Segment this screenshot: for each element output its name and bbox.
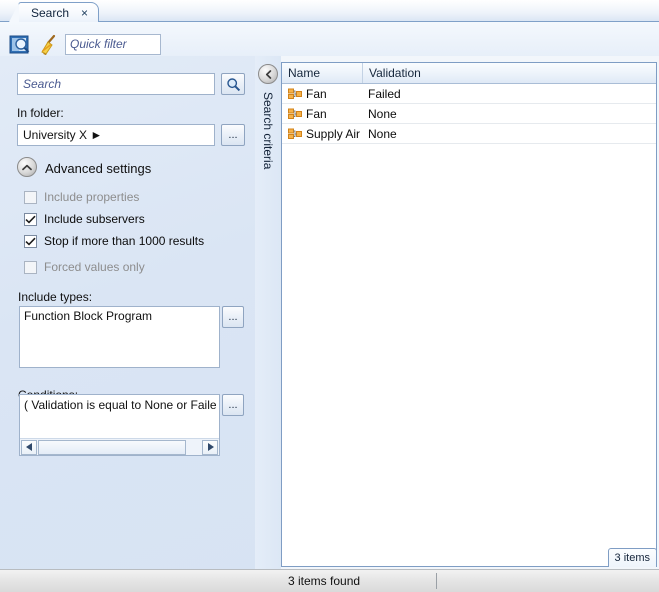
triangle-left-icon bbox=[25, 443, 32, 451]
search-input[interactable]: Search bbox=[17, 73, 215, 95]
magnifier-icon bbox=[226, 77, 240, 91]
scroll-track[interactable] bbox=[38, 439, 201, 455]
checkbox-include-subservers[interactable] bbox=[24, 212, 37, 226]
checkbox-label-forced-values-only: Forced values only bbox=[44, 260, 145, 274]
conditions-text[interactable]: ( Validation is equal to None or Faile bbox=[20, 395, 219, 412]
search-document-icon[interactable] bbox=[9, 34, 31, 56]
search-criteria-strip-label[interactable]: Search criteria bbox=[261, 92, 275, 169]
cell-name-text: Fan bbox=[306, 86, 327, 101]
conditions-listbox[interactable]: ( Validation is equal to None or Faile bbox=[19, 394, 220, 456]
triangle-right-icon bbox=[207, 443, 214, 451]
checkbox-row-stop-if-more-than-results[interactable]: Stop if more than 1000 results bbox=[24, 234, 204, 248]
items-count-tab[interactable]: 3 items bbox=[607, 548, 657, 567]
tab-search-label: Search bbox=[31, 6, 70, 20]
tab-skew-edge bbox=[8, 3, 19, 24]
cell-name-text: Fan bbox=[306, 106, 327, 121]
cell-name: Fan bbox=[282, 87, 362, 101]
status-text: 3 items found bbox=[288, 574, 361, 588]
cell-name-text: Supply Air bbox=[306, 126, 361, 141]
table-row[interactable]: Fan Failed bbox=[282, 84, 656, 104]
cell-validation: Failed bbox=[368, 86, 401, 101]
column-header-name[interactable]: Name bbox=[282, 63, 362, 83]
checkmark-icon bbox=[25, 237, 36, 246]
status-separator bbox=[436, 573, 437, 589]
tab-search[interactable]: Search × bbox=[8, 2, 100, 24]
collapse-criteria-button[interactable] bbox=[258, 64, 278, 84]
status-bar-left-fill bbox=[0, 569, 281, 592]
include-types-listbox[interactable]: Function Block Program bbox=[19, 306, 220, 368]
conditions-horizontal-scrollbar[interactable] bbox=[20, 438, 219, 455]
checkbox-include-properties[interactable] bbox=[24, 190, 37, 204]
table-row[interactable]: Supply Air None bbox=[282, 124, 656, 144]
function-block-program-icon bbox=[288, 128, 302, 139]
advanced-settings-label: Advanced settings bbox=[45, 161, 152, 176]
include-types-item[interactable]: Function Block Program bbox=[20, 307, 219, 323]
scroll-thumb[interactable] bbox=[38, 439, 186, 455]
checkbox-forced-values-only[interactable] bbox=[24, 260, 37, 274]
in-folder-input[interactable]: University X ► bbox=[17, 124, 215, 146]
search-button[interactable] bbox=[221, 73, 245, 95]
cell-validation: None bbox=[368, 126, 397, 141]
checkmark-icon bbox=[25, 215, 36, 224]
include-types-label: Include types: bbox=[18, 290, 93, 304]
results-header-row: Name Validation bbox=[282, 63, 656, 84]
cell-name: Fan bbox=[282, 107, 362, 121]
tab-strip: Search × bbox=[0, 0, 659, 24]
ellipsis-icon: ... bbox=[228, 311, 238, 323]
checkbox-label-include-properties: Include properties bbox=[44, 190, 140, 204]
checkbox-row-include-subservers[interactable]: Include subservers bbox=[24, 212, 145, 226]
chevron-left-icon bbox=[265, 69, 271, 79]
function-block-program-icon bbox=[288, 88, 302, 99]
advanced-settings-toggle[interactable] bbox=[17, 157, 37, 177]
checkbox-label-include-subservers: Include subservers bbox=[44, 212, 145, 226]
search-criteria-strip: Search criteria bbox=[255, 56, 281, 592]
checkbox-row-include-properties[interactable]: Include properties bbox=[24, 190, 139, 204]
search-window: Search × Quick filter Search In folder: … bbox=[0, 0, 659, 592]
quick-filter-input[interactable]: Quick filter bbox=[65, 34, 161, 55]
checkbox-row-forced-values-only[interactable]: Forced values only bbox=[24, 260, 145, 274]
broom-clear-filter-icon[interactable] bbox=[38, 34, 60, 56]
function-block-program-icon bbox=[288, 108, 302, 119]
checkbox-stop-if-more-than-results[interactable] bbox=[24, 234, 37, 248]
conditions-browse-button[interactable]: ... bbox=[222, 394, 244, 416]
results-pane: Name Validation Fan Failed Fan None Supp… bbox=[281, 62, 657, 567]
tab-close-icon[interactable]: × bbox=[81, 7, 88, 19]
cell-validation: None bbox=[368, 106, 397, 121]
status-bar: 3 items found bbox=[281, 569, 659, 592]
ellipsis-icon: ... bbox=[228, 399, 238, 411]
cell-name: Supply Air bbox=[282, 127, 362, 141]
scroll-right-button[interactable] bbox=[202, 439, 218, 455]
include-types-browse-button[interactable]: ... bbox=[222, 306, 244, 328]
table-row[interactable]: Fan None bbox=[282, 104, 656, 124]
in-folder-label: In folder: bbox=[17, 106, 64, 120]
scroll-left-button[interactable] bbox=[21, 439, 37, 455]
chevron-up-icon bbox=[22, 164, 32, 170]
column-header-validation[interactable]: Validation bbox=[362, 63, 656, 83]
ellipsis-icon: ... bbox=[228, 129, 238, 141]
in-folder-browse-button[interactable]: ... bbox=[221, 124, 245, 146]
checkbox-label-stop-if-more-than-results: Stop if more than 1000 results bbox=[44, 234, 205, 248]
